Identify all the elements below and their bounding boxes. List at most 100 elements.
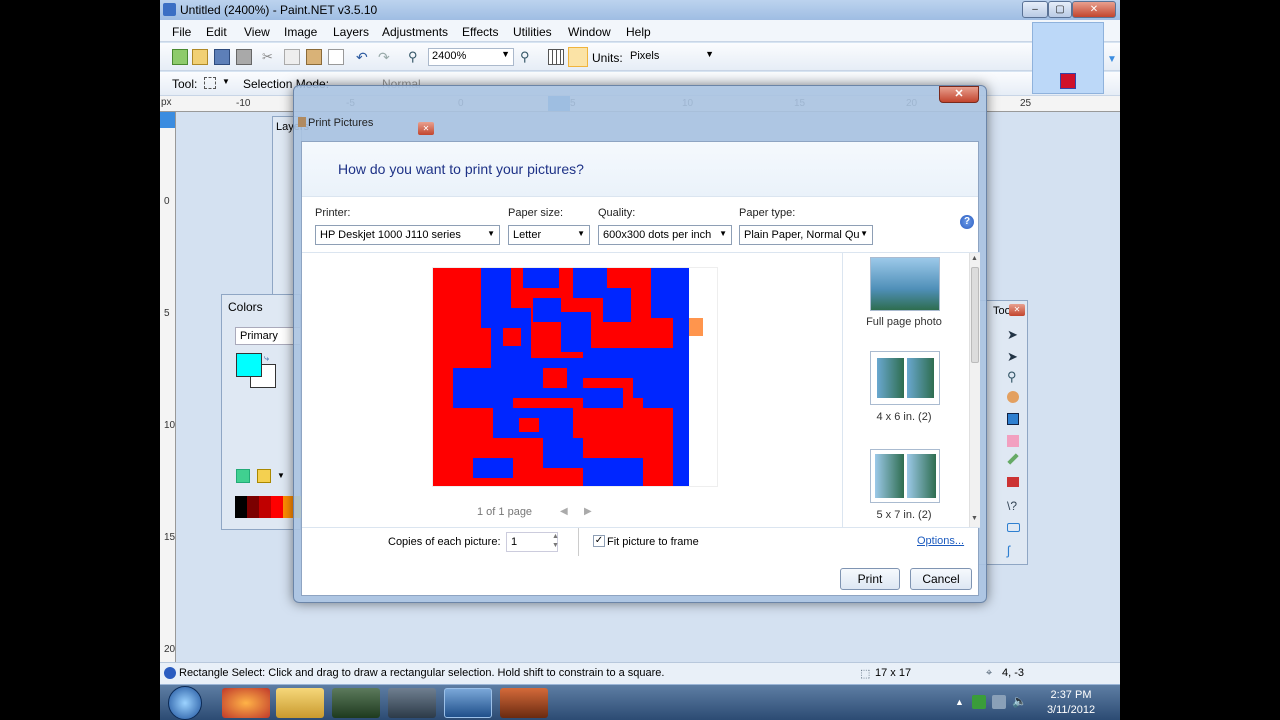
clock-date: 3/11/2012 (1046, 704, 1096, 716)
volume-icon[interactable]: 🔈 (1012, 694, 1027, 708)
copy-icon[interactable] (284, 49, 300, 65)
units-combo[interactable]: Pixels ▼ (626, 48, 718, 66)
redo-icon[interactable]: ↷ (378, 49, 394, 65)
scrollbar-thumb[interactable] (971, 267, 979, 363)
zoom-in-icon[interactable]: ⚲ (520, 49, 536, 65)
copies-stepper[interactable]: ▲ ▼ (552, 532, 559, 550)
ruler-selection-marker (160, 112, 175, 128)
palette-menu-icon[interactable] (257, 469, 271, 483)
paint-bucket-icon[interactable] (1007, 413, 1019, 425)
printer-select[interactable]: HP Deskjet 1000 J110 series ▼ (315, 225, 500, 245)
ruler-tick: 25 (1020, 98, 1032, 109)
close-icon[interactable]: ✕ (418, 122, 434, 135)
close-icon[interactable]: ✕ (1009, 304, 1025, 316)
move-selected-icon[interactable]: ➤ (1007, 349, 1018, 365)
layout-item[interactable]: Full page photo (849, 253, 961, 333)
system-clock[interactable]: 2:37 PM 3/11/2012 (1036, 688, 1106, 718)
maximize-button[interactable]: ▢ (1048, 1, 1072, 18)
layout-photo (877, 358, 904, 398)
menu-layers[interactable]: Layers (333, 25, 369, 39)
ruler-tick: -10 (236, 98, 251, 109)
menu-help[interactable]: Help (626, 25, 651, 39)
primary-color-swatch[interactable] (236, 353, 262, 377)
menu-file[interactable]: File (172, 25, 191, 39)
save-icon[interactable] (214, 49, 230, 65)
print-icon[interactable] (236, 49, 252, 65)
paper-type-label: Paper type: (739, 207, 796, 219)
close-window-button[interactable]: ✕ (1072, 1, 1116, 18)
zoom-out-icon[interactable]: ⚲ (408, 49, 424, 65)
new-icon[interactable] (172, 49, 188, 65)
rectangle-shape-icon[interactable] (1007, 523, 1020, 532)
cancel-button[interactable]: Cancel (910, 568, 972, 590)
swap-colors-icon[interactable]: ⤷ (264, 353, 269, 364)
units-value: Pixels (630, 50, 660, 62)
chevron-down-icon[interactable]: ▼ (222, 77, 230, 86)
move-selection-icon[interactable]: ➤ (1007, 327, 1018, 343)
window-title: Untitled (2400%) - Paint.NET v3.5.10 (180, 3, 378, 17)
menu-effects[interactable]: Effects (462, 25, 498, 39)
menu-view[interactable]: View (244, 25, 270, 39)
zoom-icon[interactable]: ⚲ (1007, 369, 1017, 385)
cut-icon[interactable]: ✂ (262, 49, 278, 65)
dialog-header: How do you want to print your pictures? (302, 142, 978, 197)
menu-edit[interactable]: Edit (206, 25, 227, 39)
menu-window[interactable]: Window (568, 25, 611, 39)
game-taskbar-icon[interactable] (500, 688, 548, 718)
paper-type-select[interactable]: Plain Paper, Normal Qu ▼ (739, 225, 873, 245)
image-thumbnail[interactable] (1032, 22, 1104, 94)
pan-icon[interactable] (1007, 391, 1019, 403)
help-icon[interactable]: ? (960, 215, 974, 229)
zoom-combo[interactable]: 2400% ▼ (428, 48, 514, 66)
network-icon[interactable] (992, 695, 1006, 709)
paste-icon[interactable] (306, 49, 322, 65)
color-picker-icon[interactable] (1007, 477, 1019, 487)
palette-icon[interactable] (236, 469, 250, 483)
minimize-button[interactable]: – (1022, 1, 1048, 18)
layout-item[interactable]: 5 x 7 in. (2) (849, 445, 961, 525)
chevron-down-icon[interactable]: ▼ (1107, 54, 1117, 65)
scroll-down-icon[interactable]: ▼ (971, 515, 978, 522)
pencil-icon[interactable] (1007, 453, 1019, 465)
ruler-tick: 20 (164, 644, 176, 655)
colors-window[interactable]: Colors Primary ⤷ ▼ (221, 294, 301, 530)
previous-page-icon[interactable]: ◀ (560, 506, 568, 517)
layout-item[interactable]: 4 x 6 in. (2) (849, 349, 961, 429)
palette-swatches[interactable] (235, 496, 301, 518)
open-icon[interactable] (192, 49, 208, 65)
rulers-icon[interactable] (568, 47, 588, 67)
menu-image[interactable]: Image (284, 25, 317, 39)
next-page-icon[interactable]: ▶ (584, 506, 592, 517)
menu-utilities[interactable]: Utilities (513, 25, 552, 39)
layout-list: Full page photo 4 x 6 in. (2) 5 x 7 in. … (842, 252, 980, 528)
undo-icon[interactable]: ↶ (356, 49, 372, 65)
start-button[interactable] (168, 686, 202, 720)
color-mode-select[interactable]: Primary (235, 327, 301, 345)
quality-select[interactable]: 600x300 dots per inch ▼ (598, 225, 732, 245)
freeform-shape-icon[interactable]: ʃ (1007, 543, 1010, 558)
menu-adjustments[interactable]: Adjustments (382, 25, 448, 39)
scroll-up-icon[interactable]: ▲ (971, 255, 978, 262)
crop-icon[interactable] (328, 49, 344, 65)
options-link[interactable]: Options... (917, 535, 964, 547)
firefox-taskbar-icon[interactable] (222, 688, 270, 718)
tray-icon[interactable] (972, 695, 986, 709)
layout-scrollbar[interactable]: ▲ ▼ (969, 253, 980, 527)
dialog-title: Print Pictures (308, 117, 374, 129)
show-hidden-icons[interactable]: ▲ (955, 697, 964, 707)
window-titlebar: Untitled (2400%) - Paint.NET v3.5.10 – ▢… (160, 0, 1120, 20)
chevron-down-icon[interactable]: ▼ (277, 471, 285, 480)
paintnet-taskbar-icon[interactable] (444, 688, 492, 718)
app-taskbar-icon[interactable] (388, 688, 436, 718)
grid-icon[interactable] (548, 49, 564, 65)
print-button[interactable]: Print (840, 568, 900, 590)
eraser-icon[interactable] (1007, 435, 1019, 447)
fit-picture-checkbox[interactable]: ✓ (593, 535, 605, 547)
rectangle-select-icon[interactable] (204, 77, 216, 89)
explorer-taskbar-icon[interactable] (276, 688, 324, 718)
app-taskbar-icon[interactable] (332, 688, 380, 718)
line-curve-icon[interactable]: \? (1007, 499, 1017, 513)
paper-size-select[interactable]: Letter ▼ (508, 225, 590, 245)
copies-input[interactable]: 1 (506, 532, 558, 552)
dialog-close-button[interactable]: ✕ (939, 86, 979, 103)
